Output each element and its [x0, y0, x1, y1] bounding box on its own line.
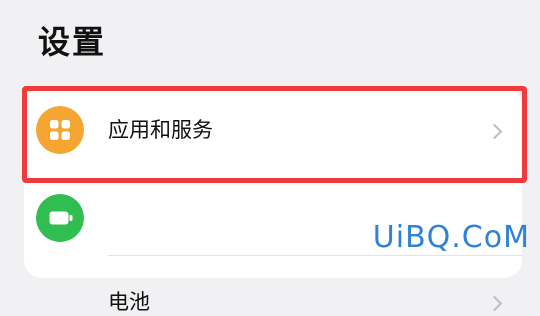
settings-item-label: 电池 [108, 290, 150, 314]
battery-icon [36, 194, 84, 242]
settings-item-apps-services[interactable]: 应用和服务 [24, 88, 522, 176]
chevron-right-icon [486, 123, 503, 140]
watermark: UiBQ.CoM [372, 220, 530, 255]
settings-item-label: 应用和服务 [108, 118, 213, 142]
page-title: 设置 [38, 23, 107, 61]
chevron-right-icon [486, 295, 503, 312]
apps-grid-icon [36, 106, 84, 154]
